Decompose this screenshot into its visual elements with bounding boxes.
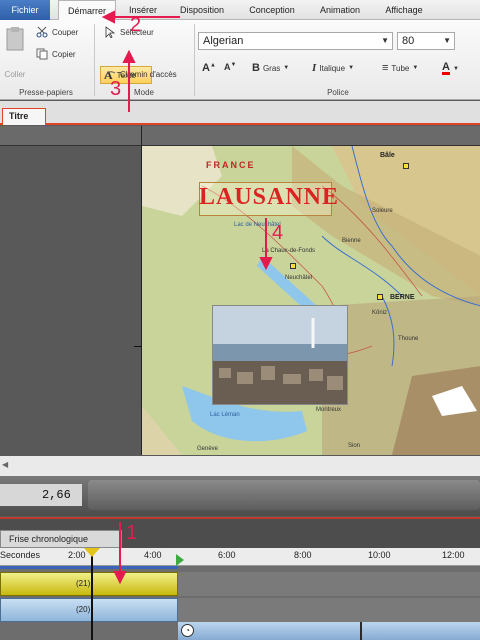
annotation-number: 2 — [130, 14, 142, 36]
annotation-number: 4 — [272, 222, 284, 244]
annotation-number: 1 — [126, 522, 138, 544]
annotation-number: 3 — [110, 78, 122, 100]
tutorial-arrows — [101, 10, 273, 585]
